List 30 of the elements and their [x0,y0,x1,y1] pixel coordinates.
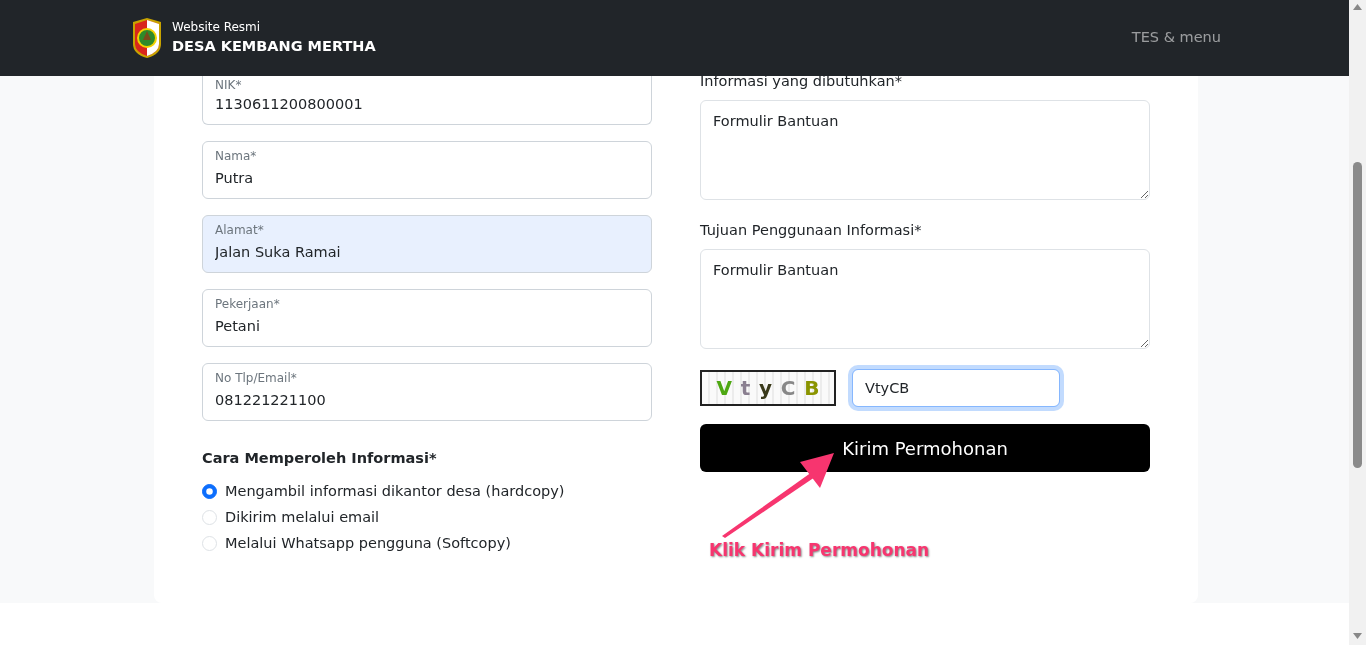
captcha-letter: V [716,375,732,402]
radio-label: Dikirim melalui email [225,507,380,527]
radio-button[interactable] [202,484,217,500]
text-area[interactable]: Formulir Bantuan [700,249,1150,349]
scroll-down-icon[interactable] [1353,633,1362,639]
floating-label: Alamat* [215,222,264,238]
brand-subtitle: Website Resmi [172,19,262,35]
scroll-up-icon[interactable] [1353,4,1362,10]
captcha-letter: C [780,375,796,402]
field-label: Informasi yang dibutuhkan* [700,72,903,91]
nav-link[interactable]: TES & menu [1131,27,1221,49]
radio-label: Melalui Whatsapp pengguna (Softcopy) [225,533,511,553]
brand-title: DESA KEMBANG MERTHA [172,37,376,56]
scrollbar[interactable] [1349,0,1366,645]
captcha-input[interactable]: VtyCB [852,369,1060,407]
floating-label: No Tlp/Email* [215,370,297,386]
radio-label: Mengambil informasi dikantor desa (hardcopy) [225,481,565,501]
submit-button[interactable]: Kirim Permohonan [700,424,1150,472]
captcha-letter: t [740,375,751,402]
floating-label: Pekerjaan* [215,296,280,312]
floating-label: Nama* [215,148,257,164]
text-area[interactable]: Formulir Bantuan [700,100,1150,200]
floating-label: NIK* [215,77,242,93]
field-label: Tujuan Penggunaan Informasi* [700,221,923,240]
annotation-label: Klik Kirim Permohonan [709,539,930,562]
captcha-letter: y [759,375,773,402]
village-emblem-icon [130,16,164,60]
captcha-letter: B [804,375,820,402]
scrollbar-thumb[interactable] [1353,162,1362,468]
section-heading: Cara Memperoleh Informasi* [202,449,438,468]
